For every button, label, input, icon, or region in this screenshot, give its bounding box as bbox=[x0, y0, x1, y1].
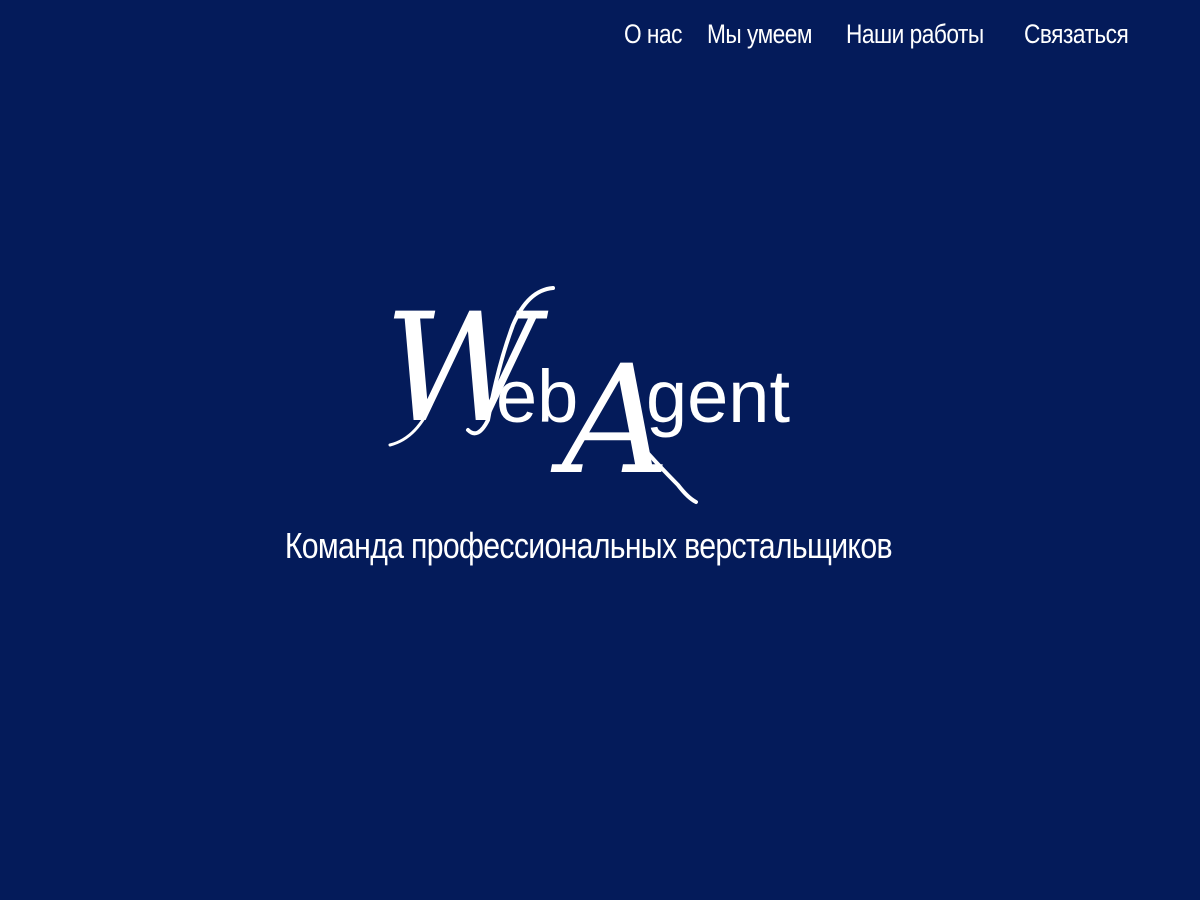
webagent-logo: W eb A gent bbox=[378, 280, 808, 510]
nav-link-works[interactable]: Наши работы bbox=[846, 16, 984, 52]
nav-link-skills[interactable]: Мы умеем bbox=[707, 16, 812, 52]
hero-tagline: Команда профессиональных верстальщиков bbox=[0, 520, 1176, 572]
page: О нас Мы умеем Наши работы Связаться W e… bbox=[0, 0, 1200, 900]
nav-link-contact[interactable]: Связаться bbox=[1024, 16, 1129, 52]
main-nav: О нас Мы умеем Наши работы Связаться bbox=[624, 16, 1200, 52]
logo-letters-gent: gent bbox=[646, 355, 790, 438]
nav-link-about[interactable]: О нас bbox=[624, 16, 682, 52]
logo-wordmark: W eb A gent bbox=[384, 282, 790, 508]
tagline-text: Команда профессиональных верстальщиков bbox=[284, 525, 892, 566]
